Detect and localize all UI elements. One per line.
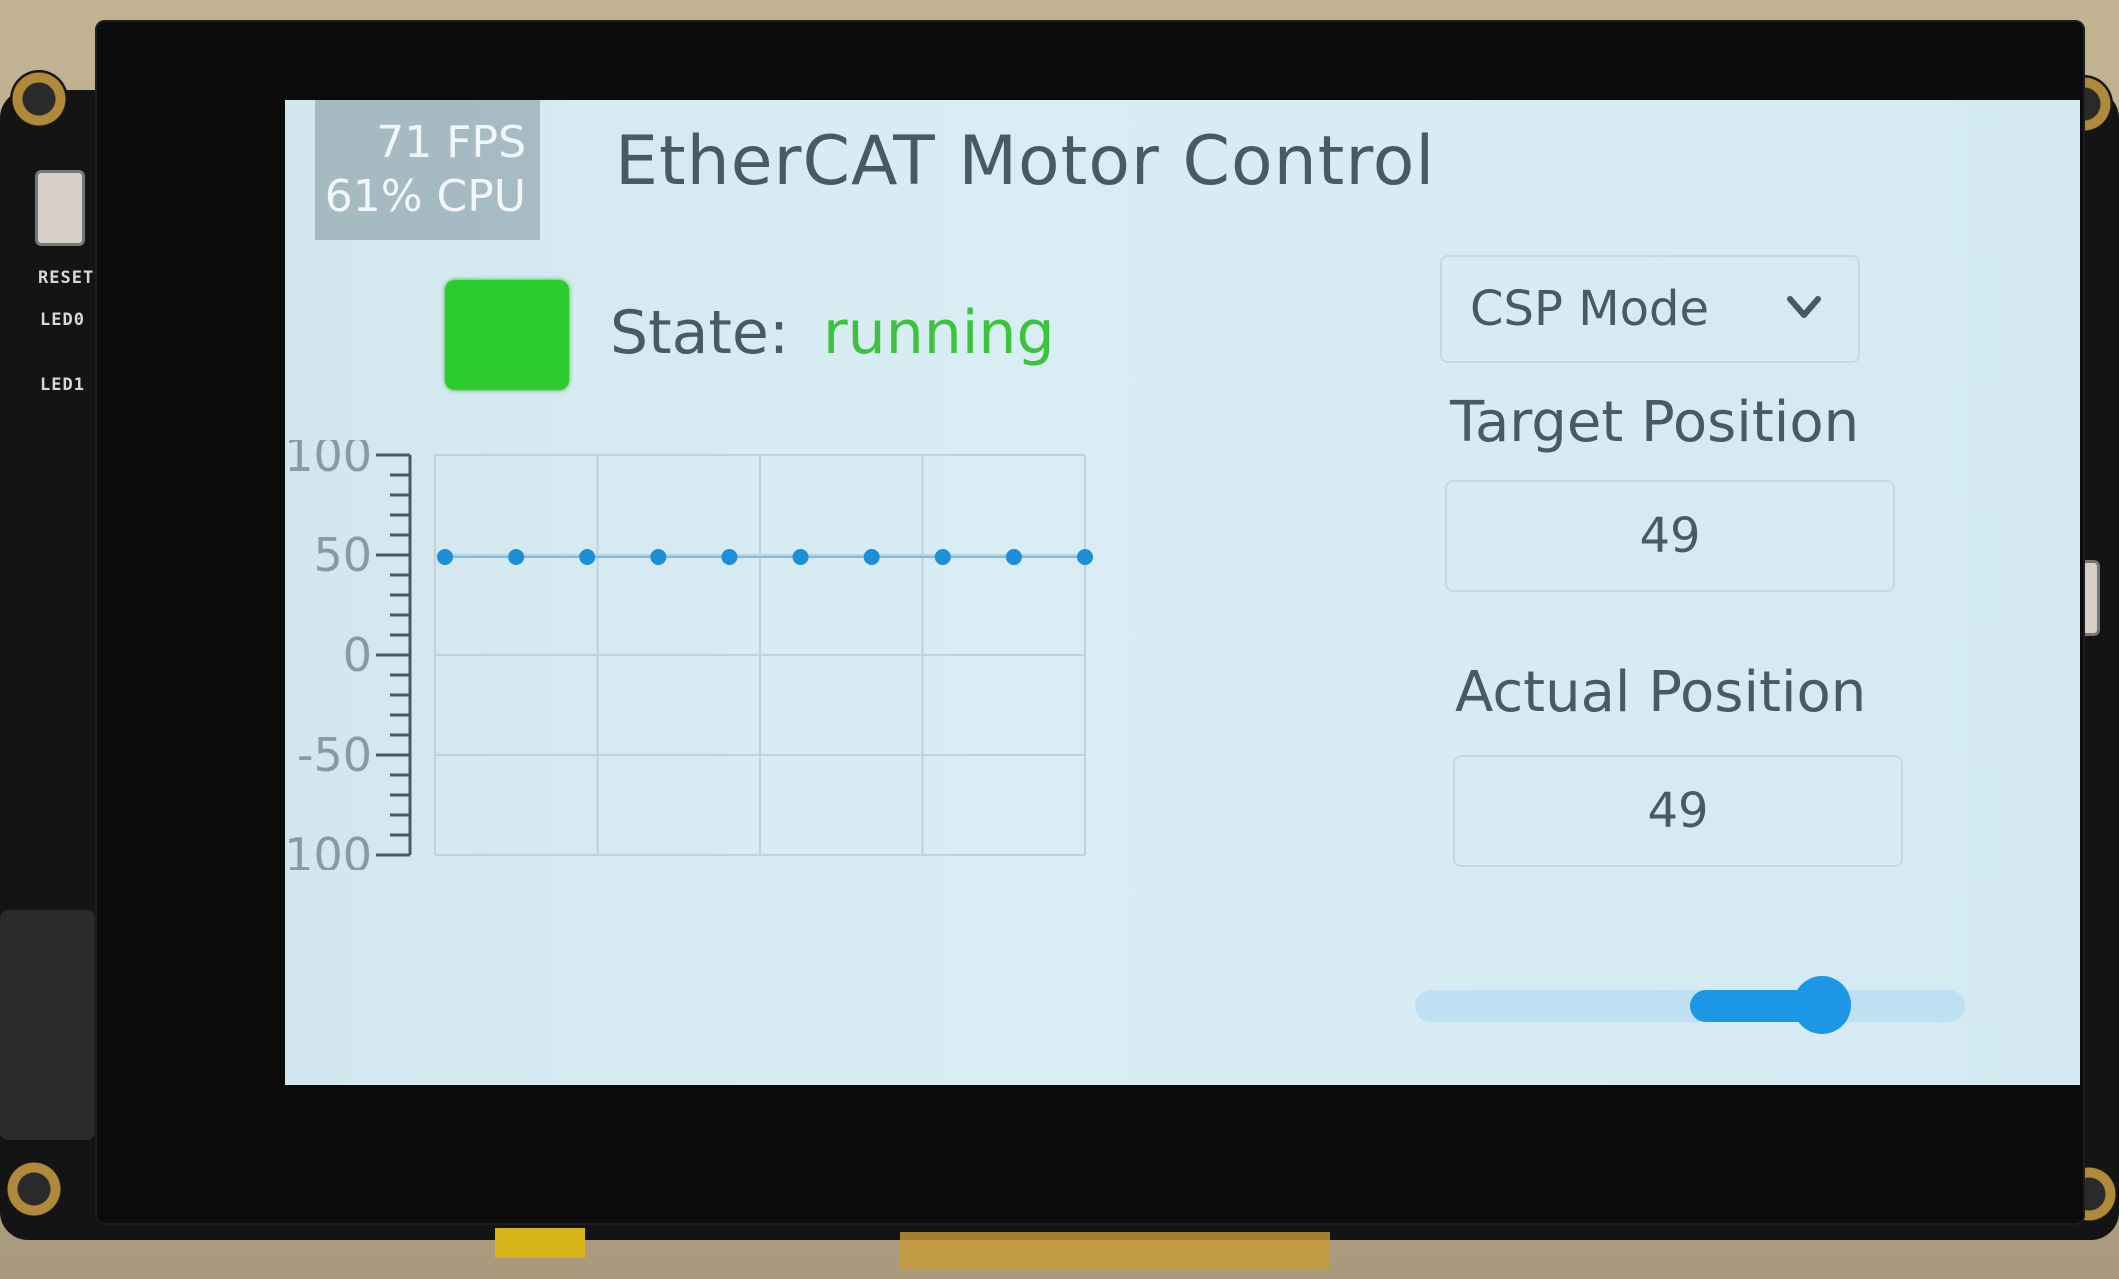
y-tick-label: 50: [313, 528, 372, 582]
chevron-down-icon: [1787, 296, 1821, 318]
y-tick-label: 100: [285, 440, 372, 482]
flex-cable: [900, 1232, 1330, 1270]
page-title: EtherCAT Motor Control: [615, 122, 1436, 201]
reset-button[interactable]: [35, 170, 85, 246]
actual-position-label: Actual Position: [1455, 660, 1867, 725]
fps-readout: 71 FPS: [376, 117, 526, 168]
performance-overlay: 71 FPS 61% CPU: [315, 100, 540, 240]
gold-header: [495, 1228, 585, 1258]
data-point: [721, 549, 738, 565]
pcb-label-led1: LED1: [40, 375, 85, 395]
y-tick-label: -100: [285, 828, 372, 870]
mount-hole: [10, 70, 68, 128]
data-point: [863, 549, 880, 565]
y-tick-label: -50: [297, 728, 372, 782]
data-point: [437, 549, 453, 565]
status-indicator: [445, 280, 569, 390]
state-value: running: [823, 298, 1055, 368]
data-point: [650, 549, 667, 565]
target-position-field[interactable]: 49: [1445, 480, 1895, 592]
mount-hole: [5, 1160, 63, 1218]
cpu-readout: 61% CPU: [324, 171, 526, 222]
data-point: [1077, 549, 1093, 565]
display-bezel: 71 FPS 61% CPU EtherCAT Motor Control St…: [95, 20, 2085, 1225]
data-point: [792, 549, 809, 565]
pcb-label-led0: LED0: [40, 310, 85, 330]
slider-knob[interactable]: [1793, 976, 1851, 1034]
lcd-screen: 71 FPS 61% CPU EtherCAT Motor Control St…: [285, 100, 2080, 1085]
pcb-label-reset: RESET: [38, 268, 95, 288]
mode-dropdown[interactable]: CSP Mode: [1440, 255, 1860, 363]
position-slider[interactable]: [1415, 976, 1965, 1034]
data-point: [508, 549, 525, 565]
target-position-label: Target Position: [1450, 390, 1860, 455]
data-point: [1005, 549, 1022, 565]
data-point: [579, 549, 596, 565]
data-point: [934, 549, 951, 565]
mode-dropdown-value: CSP Mode: [1470, 281, 1709, 337]
position-chart: 100 50 0 -50 -100: [285, 440, 1093, 870]
side-connector: [0, 910, 95, 1140]
y-tick-label: 0: [343, 628, 372, 682]
state-label: State:: [610, 298, 790, 368]
actual-position-field: 49: [1453, 755, 1903, 867]
